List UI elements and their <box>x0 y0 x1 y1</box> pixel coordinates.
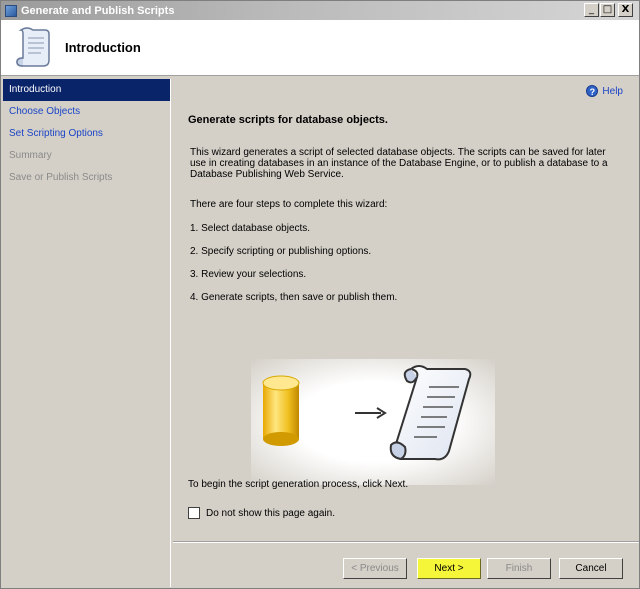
do-not-show-checkbox[interactable] <box>188 507 200 519</box>
wizard-nav: Introduction Choose Objects Set Scriptin… <box>3 79 171 587</box>
maximize-button[interactable]: □ <box>600 3 615 17</box>
step-item: 2. Specify scripting or publishing optio… <box>190 246 372 257</box>
nav-item-set-scripting-options[interactable]: Set Scripting Options <box>3 123 170 145</box>
wizard-window: Generate and Publish Scripts _ □ X Intro… <box>0 0 640 589</box>
help-icon: ? <box>586 85 599 97</box>
database-icon <box>262 375 300 446</box>
do-not-show-row: Do not show this page again. <box>188 507 335 519</box>
nav-item-choose-objects[interactable]: Choose Objects <box>3 101 170 123</box>
minimize-button[interactable]: _ <box>584 3 599 17</box>
wizard-illustration <box>251 359 495 485</box>
help-label: Help <box>602 85 623 97</box>
nav-item-save-or-publish: Save or Publish Scripts <box>9 172 113 183</box>
page-heading: Introduction <box>65 40 141 55</box>
cancel-button[interactable]: Cancel <box>559 558 623 579</box>
app-icon <box>5 4 17 17</box>
wizard-footer: < Previous Next > Finish Cancel <box>173 541 639 589</box>
illustration-graphic <box>262 365 472 461</box>
nav-item-introduction[interactable]: Introduction <box>3 79 170 101</box>
section-title: Generate scripts for database objects. <box>188 114 388 126</box>
wizard-header: Introduction <box>1 20 639 76</box>
wizard-description: This wizard generates a script of select… <box>190 147 608 180</box>
previous-button[interactable]: < Previous <box>343 558 407 579</box>
window-title: Generate and Publish Scripts <box>21 4 175 17</box>
next-button[interactable]: Next > <box>417 558 481 579</box>
window-controls: _ □ X <box>584 3 633 17</box>
steps-intro: There are four steps to complete this wi… <box>190 199 388 210</box>
do-not-show-label[interactable]: Do not show this page again. <box>206 508 335 519</box>
main-pane: ? Help Generate scripts for database obj… <box>173 77 639 539</box>
finish-button[interactable]: Finish <box>487 558 551 579</box>
close-button[interactable]: X <box>618 3 633 17</box>
script-scroll-icon <box>16 27 50 67</box>
help-link[interactable]: ? Help <box>586 85 623 97</box>
script-scroll-icon <box>389 365 472 461</box>
step-item: 4. Generate scripts, then save or publis… <box>190 292 398 303</box>
step-item: 3. Review your selections. <box>190 269 307 280</box>
step-item: 1. Select database objects. <box>190 223 311 234</box>
begin-instructions: To begin the script generation process, … <box>188 479 409 490</box>
title-bar[interactable]: Generate and Publish Scripts _ □ X <box>1 1 639 20</box>
arrow-icon <box>355 407 387 419</box>
nav-item-summary: Summary <box>9 150 52 161</box>
